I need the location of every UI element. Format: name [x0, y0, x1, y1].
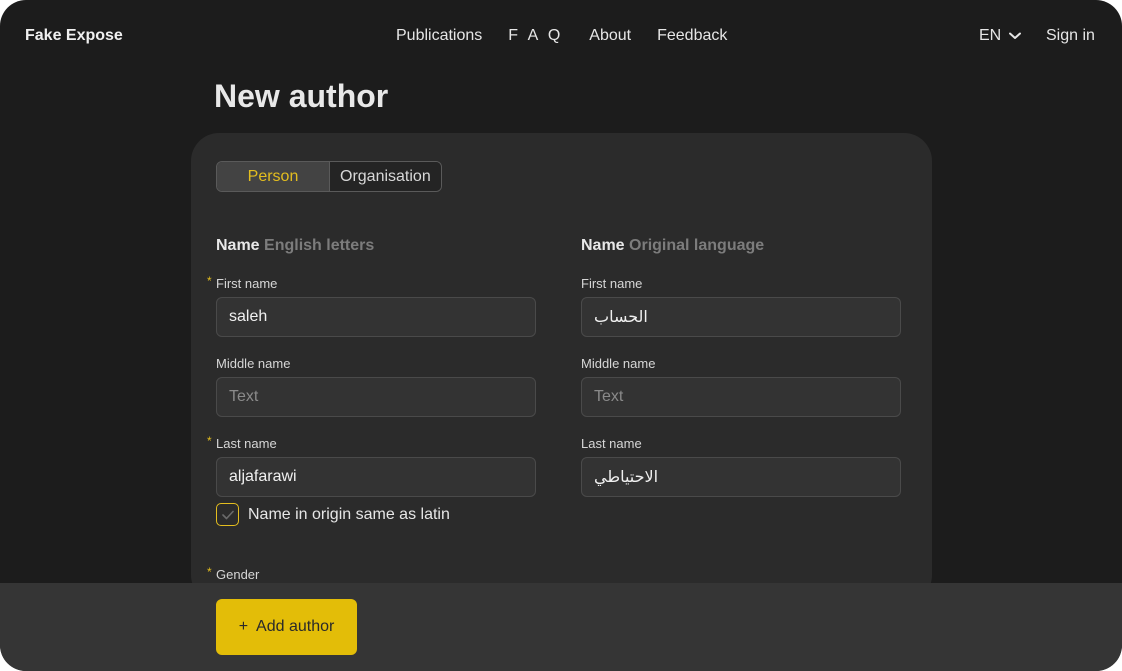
- tab-person[interactable]: Person: [217, 162, 329, 191]
- same-as-latin-label[interactable]: Name in origin same as latin: [248, 506, 450, 524]
- original-title: Name: [581, 237, 625, 254]
- original-last-name-label-text: Last name: [581, 436, 642, 451]
- original-last-name-input[interactable]: الاحتياطي: [581, 457, 901, 497]
- author-type-switch: Person Organisation: [216, 161, 442, 192]
- sticky-footer-bar: + Add author: [0, 583, 1122, 671]
- original-first-name-input[interactable]: الحساب: [581, 297, 901, 337]
- language-selector[interactable]: EN: [979, 27, 1022, 45]
- latin-last-name-label-text: Last name: [216, 436, 277, 451]
- original-first-name-label-text: First name: [581, 276, 643, 291]
- same-as-latin-checkbox[interactable]: [216, 503, 239, 526]
- main-nav: Publications F A Q About Feedback: [396, 27, 727, 45]
- original-section-title: Name Original language: [581, 237, 901, 257]
- latin-title: Name: [216, 237, 260, 254]
- required-marker: *: [207, 565, 212, 579]
- gender-label: * Gender: [207, 565, 260, 582]
- original-middle-name-label-text: Middle name: [581, 356, 656, 371]
- checkmark-icon: [221, 510, 234, 519]
- latin-middle-name-input[interactable]: Text: [216, 377, 536, 417]
- latin-last-name-input[interactable]: aljafarawi: [216, 457, 536, 497]
- latin-first-name-label: * First name: [207, 274, 536, 292]
- required-marker: *: [207, 434, 212, 448]
- site-logo[interactable]: Fake Expose: [25, 27, 123, 45]
- page-title: New author: [214, 78, 389, 114]
- plus-icon: +: [238, 618, 249, 635]
- chevron-down-icon: [1009, 32, 1022, 39]
- latin-first-name-label-text: First name: [216, 276, 278, 291]
- required-marker: *: [207, 274, 212, 288]
- latin-name-section: Name English letters * First name saleh …: [207, 237, 536, 497]
- nav-about[interactable]: About: [589, 27, 631, 45]
- top-navbar: Fake Expose Publications F A Q About Fee…: [0, 0, 1122, 72]
- language-label: EN: [979, 27, 1002, 44]
- original-middle-name-input[interactable]: Text: [581, 377, 901, 417]
- original-name-section: Name Original language First name الحساب…: [581, 237, 901, 497]
- latin-subtitle: English letters: [264, 237, 375, 254]
- latin-first-name-input[interactable]: saleh: [216, 297, 536, 337]
- latin-section-title: Name English letters: [216, 237, 536, 257]
- latin-middle-name-label-text: Middle name: [216, 356, 291, 371]
- nav-publications[interactable]: Publications: [396, 27, 482, 45]
- nav-feedback[interactable]: Feedback: [657, 27, 727, 45]
- sign-in-link[interactable]: Sign in: [1046, 27, 1095, 45]
- same-as-latin-row[interactable]: Name in origin same as latin: [216, 503, 450, 526]
- original-middle-name-label: Middle name: [581, 356, 901, 372]
- original-first-name-label: First name: [581, 276, 901, 292]
- latin-last-name-label: * Last name: [207, 434, 536, 452]
- gender-label-text: Gender: [216, 567, 260, 582]
- latin-middle-name-label: Middle name: [216, 356, 536, 372]
- author-form-card: Person Organisation Name English letters…: [191, 133, 932, 603]
- original-subtitle: Original language: [629, 237, 765, 254]
- app-window: Fake Expose Publications F A Q About Fee…: [0, 0, 1122, 671]
- original-last-name-label: Last name: [581, 436, 901, 452]
- add-author-button[interactable]: + Add author: [216, 599, 357, 655]
- nav-faq[interactable]: F A Q: [508, 27, 563, 45]
- tab-organisation[interactable]: Organisation: [329, 162, 441, 191]
- add-author-label: Add author: [256, 618, 335, 635]
